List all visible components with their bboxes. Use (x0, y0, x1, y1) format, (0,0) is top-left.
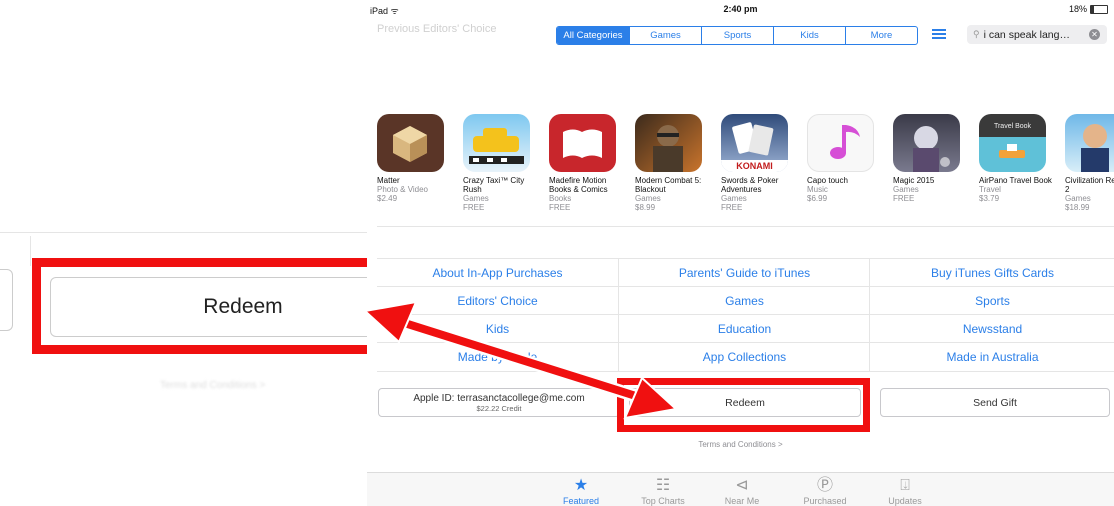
location-icon: ⊲ (735, 477, 749, 494)
tab-sports[interactable]: Sports (701, 27, 773, 44)
cube-icon (377, 114, 444, 172)
tab-all-categories[interactable]: All Categories (557, 27, 629, 44)
quick-links-row: Kids Education Newsstand (377, 314, 1114, 343)
clear-search-icon[interactable]: ✕ (1089, 29, 1100, 40)
link-editors-choice[interactable]: Editors' Choice (377, 287, 618, 315)
app-item[interactable]: Capo touch Music $6.99 (807, 114, 887, 203)
link-newsstand[interactable]: Newsstand (869, 315, 1114, 343)
tab-games[interactable]: Games (629, 27, 701, 44)
purchased-icon: Ⓟ (816, 477, 833, 494)
tab-bar: ★ Featured ☷ Top Charts ⊲ Near Me Ⓟ Purc… (367, 472, 1114, 506)
zoom-apple-id-button-edge (0, 269, 13, 331)
magic-icon (893, 114, 960, 172)
status-bar: iPad ᯤ 2:40 pm 18% (367, 0, 1114, 18)
book-icon (549, 114, 616, 172)
search-input[interactable]: ⚲ i can speak lang… ✕ (967, 25, 1107, 44)
link-education[interactable]: Education (618, 315, 870, 343)
search-icon: ⚲ (973, 29, 980, 39)
app-item[interactable]: KONAMI Swords & Poker Adventures Games F… (721, 114, 801, 212)
zoom-divider-v (30, 236, 31, 266)
tab-kids[interactable]: Kids (773, 27, 845, 44)
tab-featured[interactable]: ★ Featured (551, 476, 611, 506)
list-icon: ☷ (655, 477, 671, 494)
search-query: i can speak lang… (983, 28, 1070, 41)
link-parents-guide[interactable]: Parents' Guide to iTunes (618, 259, 870, 287)
clock: 2:40 pm (723, 4, 758, 14)
konami-badge: KONAMI (736, 161, 773, 171)
taxi-icon (463, 114, 530, 172)
app-item[interactable]: Travel Book AirPano Travel Book Travel $… (979, 114, 1059, 203)
link-sports[interactable]: Sports (869, 287, 1114, 315)
tab-near-me[interactable]: ⊲ Near Me (712, 476, 772, 506)
zoom-terms-link: Terms and Conditions > (160, 380, 266, 391)
divider (377, 226, 1114, 227)
link-about-in-app-purchases[interactable]: About In-App Purchases (377, 259, 618, 287)
app-item[interactable]: Matter Photo & Video $2.49 (377, 114, 457, 203)
updates-icon: ⍗ (900, 477, 910, 494)
app-item[interactable]: Magic 2015 Games FREE (893, 114, 973, 203)
app-item[interactable]: Crazy Taxi™ City Rush Games FREE (463, 114, 543, 212)
music-note-icon (807, 114, 874, 172)
link-app-collections[interactable]: App Collections (618, 343, 870, 371)
tab-top-charts[interactable]: ☷ Top Charts (633, 476, 693, 506)
app-list: Matter Photo & Video $2.49 Crazy Taxi™ C… (377, 114, 1114, 224)
link-made-in-australia[interactable]: Made in Australia (869, 343, 1114, 371)
link-games[interactable]: Games (618, 287, 870, 315)
link-made-by-apple[interactable]: Made by Apple (377, 343, 618, 371)
ghost-title: Previous Editors' Choice (377, 23, 497, 35)
credit-label: $22.22 Credit (476, 404, 522, 413)
star-icon: ★ (573, 477, 589, 494)
app-item[interactable]: Madefire Motion Books & Comics Books FRE… (549, 114, 629, 212)
quick-links-row: Editors' Choice Games Sports (377, 286, 1114, 315)
terms-link[interactable]: Terms and Conditions > (367, 440, 1114, 449)
battery-indicator: 18% (1069, 4, 1108, 14)
soldier-icon (635, 114, 702, 172)
quick-links-row: About In-App Purchases Parents' Guide to… (377, 258, 1114, 287)
send-gift-button[interactable]: Send Gift (880, 388, 1110, 417)
battery-icon (1090, 4, 1108, 14)
tab-purchased[interactable]: Ⓟ Purchased (795, 476, 855, 506)
travel-icon: Travel Book (979, 114, 1046, 172)
quick-links-row: Made by Apple App Collections Made in Au… (377, 342, 1114, 372)
app-item[interactable]: Modern Combat 5: Blackout Games $8.99 (635, 114, 715, 212)
link-buy-gift-cards[interactable]: Buy iTunes Gifts Cards (869, 259, 1114, 287)
app-item[interactable]: Civilization Revolution 2 Games $18.99 (1065, 114, 1114, 212)
category-segmented-control: All Categories Games Sports Kids More (556, 26, 918, 45)
tab-updates[interactable]: ⍗ Updates (875, 476, 935, 506)
leader-icon (1065, 114, 1114, 172)
list-view-icon[interactable] (932, 29, 946, 39)
apple-id-label: Apple ID: terrasanctacollege@me.com (413, 393, 585, 404)
poker-icon: KONAMI (721, 114, 788, 172)
apple-id-button[interactable]: Apple ID: terrasanctacollege@me.com $22.… (378, 388, 620, 417)
tab-more[interactable]: More (845, 27, 917, 44)
redeem-highlight-box (617, 378, 870, 432)
link-kids[interactable]: Kids (377, 315, 618, 343)
